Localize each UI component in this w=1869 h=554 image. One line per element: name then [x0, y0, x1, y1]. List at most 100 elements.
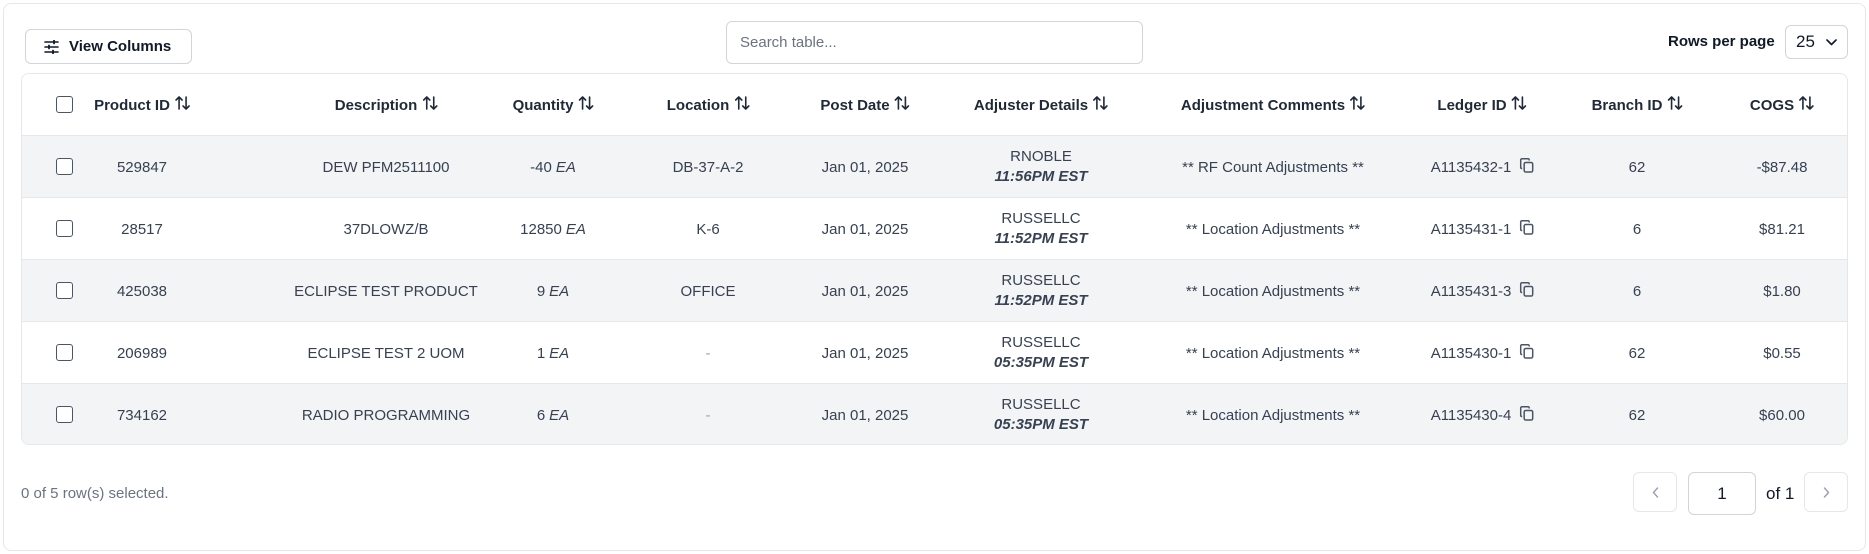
rows-per-page-label: Rows per page — [1668, 33, 1775, 50]
cell-adjustment-comment: ** RF Count Adjustments ** — [1182, 158, 1364, 176]
table-row[interactable]: 28517 37DLOWZ/B 12850 EA K-6 Jan 01, 2025 RUSS… — [22, 198, 1847, 260]
cell-post-date: Jan 01, 2025 — [821, 158, 909, 176]
location-value: DB-37-A-2 — [672, 158, 744, 176]
quantity-value: 6 — [536, 406, 546, 424]
cell-post-date: Jan 01, 2025 — [821, 406, 909, 424]
cell-product-id: 529847 — [116, 158, 168, 176]
sort-arrows-icon[interactable] — [1511, 96, 1527, 114]
row-select-checkbox[interactable] — [56, 344, 73, 361]
quantity-value: 1 — [536, 344, 546, 362]
column-header-label: Location — [666, 96, 730, 114]
row-select-checkbox[interactable] — [56, 220, 73, 237]
sort-arrows-icon[interactable] — [894, 96, 910, 114]
adjuster-time: 11:56PM EST — [994, 168, 1088, 185]
adjuster-time: 05:35PM EST — [993, 416, 1089, 433]
cell-branch-id: 6 — [1632, 220, 1642, 238]
quantity-uom: EA — [549, 344, 570, 362]
ledger-id-value: A1135430-4 — [1430, 406, 1512, 424]
sort-arrows-icon[interactable] — [1667, 96, 1683, 114]
quantity-value: 9 — [536, 282, 546, 300]
column-header-quantity[interactable]: Quantity — [513, 74, 594, 136]
view-columns-button[interactable]: View Columns — [25, 29, 192, 64]
cell-cogs: $0.55 — [1763, 344, 1801, 362]
column-header-branch[interactable]: Branch ID — [1592, 74, 1683, 136]
column-header-comment[interactable]: Adjustment Comments — [1181, 74, 1365, 136]
row-select-checkbox[interactable] — [56, 406, 73, 423]
table-row[interactable]: 529847 DEW PFM2511100 -40 EA DB-37-A-2 Jan 01… — [22, 136, 1847, 198]
cell-description: ECLIPSE TEST 2 UOM — [307, 344, 465, 362]
cell-quantity: 1 EA — [537, 322, 569, 384]
cell-quantity: -40 EA — [530, 136, 576, 198]
copy-icon[interactable] — [1519, 405, 1534, 425]
cell-branch-id: 62 — [1628, 344, 1646, 362]
rows-per-page-select[interactable]: 25 — [1785, 25, 1848, 59]
column-header-ledger[interactable]: Ledger ID — [1437, 74, 1527, 136]
copy-icon[interactable] — [1519, 281, 1534, 301]
page-total: of 1 — [1766, 484, 1795, 503]
cell-adjustment-comment: ** Location Adjustments ** — [1185, 344, 1361, 362]
sort-arrows-icon[interactable] — [1799, 96, 1814, 114]
cell-adjuster-details: RUSSELLC 11:52PM EST — [994, 260, 1087, 322]
cell-adjustment-comment: ** Location Adjustments ** — [1185, 406, 1361, 424]
ledger-id-value: A1135430-1 — [1430, 344, 1512, 362]
sort-arrows-icon[interactable] — [578, 96, 594, 114]
column-header-label: Ledger ID — [1437, 96, 1507, 114]
cell-description: ECLIPSE TEST PRODUCT — [294, 282, 478, 300]
cell-location: OFFICE — [681, 260, 736, 322]
sort-arrows-icon[interactable] — [422, 96, 438, 114]
table-header-row: Product ID Description Quantity Location Pos… — [22, 74, 1847, 136]
cell-location: DB-37-A-2 — [673, 136, 744, 198]
selection-count: 0 of 5 row(s) selected. — [21, 485, 169, 502]
cell-post-date: Jan 01, 2025 — [821, 220, 909, 238]
cell-post-date: Jan 01, 2025 — [821, 282, 909, 300]
ledger-id-value: A1135431-1 — [1430, 220, 1512, 238]
sort-arrows-icon[interactable] — [175, 96, 190, 114]
adjuster-name: RUSSELLC — [1001, 272, 1081, 289]
adjuster-time: 11:52PM EST — [994, 230, 1088, 247]
copy-icon[interactable] — [1519, 157, 1534, 177]
column-header-post-date[interactable]: Post Date — [820, 74, 910, 136]
cell-ledger-id: A1135430-4 — [1430, 384, 1534, 444]
cell-location: - — [706, 322, 711, 384]
quantity-value: 12850 — [520, 220, 562, 238]
cell-adjustment-comment: ** Location Adjustments ** — [1185, 282, 1361, 300]
column-header-label: Branch ID — [1591, 96, 1663, 114]
cell-product-id: 734162 — [116, 406, 168, 424]
copy-icon[interactable] — [1519, 219, 1534, 239]
cell-branch-id: 6 — [1632, 282, 1642, 300]
row-select-checkbox[interactable] — [56, 158, 73, 175]
cell-branch-id: 62 — [1628, 158, 1646, 176]
column-header-description[interactable]: Description — [335, 74, 438, 136]
location-value: K-6 — [696, 220, 720, 238]
location-value: - — [705, 406, 711, 424]
cell-cogs: $1.80 — [1763, 282, 1801, 300]
column-header-label: Quantity — [512, 96, 574, 114]
column-header-location[interactable]: Location — [667, 74, 750, 136]
select-all-checkbox[interactable] — [56, 96, 73, 113]
copy-icon[interactable] — [1519, 343, 1534, 363]
cell-ledger-id: A1135432-1 — [1431, 136, 1534, 198]
page-number-input[interactable]: 1 — [1688, 472, 1756, 515]
cell-cogs: -$87.48 — [1756, 158, 1808, 176]
row-select-checkbox[interactable] — [56, 282, 73, 299]
cell-quantity: 12850 EA — [520, 198, 586, 260]
column-header-product-id[interactable]: Product ID — [94, 74, 190, 136]
column-header-adjuster[interactable]: Adjuster Details — [974, 74, 1108, 136]
next-page-button[interactable] — [1804, 472, 1848, 512]
table-row[interactable]: 734162 RADIO PROGRAMMING 6 EA - Jan 01, 2025 R… — [22, 384, 1847, 444]
column-header-cogs[interactable]: COGS — [1750, 74, 1814, 136]
rows-per-page-value: 25 — [1796, 32, 1815, 51]
cell-location: K-6 — [696, 198, 719, 260]
data-table: Product ID Description Quantity Location Pos… — [21, 73, 1848, 445]
column-header-label: COGS — [1749, 96, 1795, 114]
sliders-icon — [44, 39, 59, 54]
quantity-value: -40 — [530, 158, 552, 176]
search-input[interactable] — [726, 21, 1143, 64]
table-row[interactable]: 206989 ECLIPSE TEST 2 UOM 1 EA - Jan 01, 2025… — [22, 322, 1847, 384]
sort-arrows-icon[interactable] — [734, 96, 750, 114]
previous-page-button[interactable] — [1633, 472, 1677, 512]
cell-ledger-id: A1135431-1 — [1431, 198, 1534, 260]
sort-arrows-icon[interactable] — [1093, 96, 1108, 114]
sort-arrows-icon[interactable] — [1350, 96, 1365, 114]
table-row[interactable]: 425038 ECLIPSE TEST PRODUCT 9 EA OFFICE Jan 0… — [22, 260, 1847, 322]
